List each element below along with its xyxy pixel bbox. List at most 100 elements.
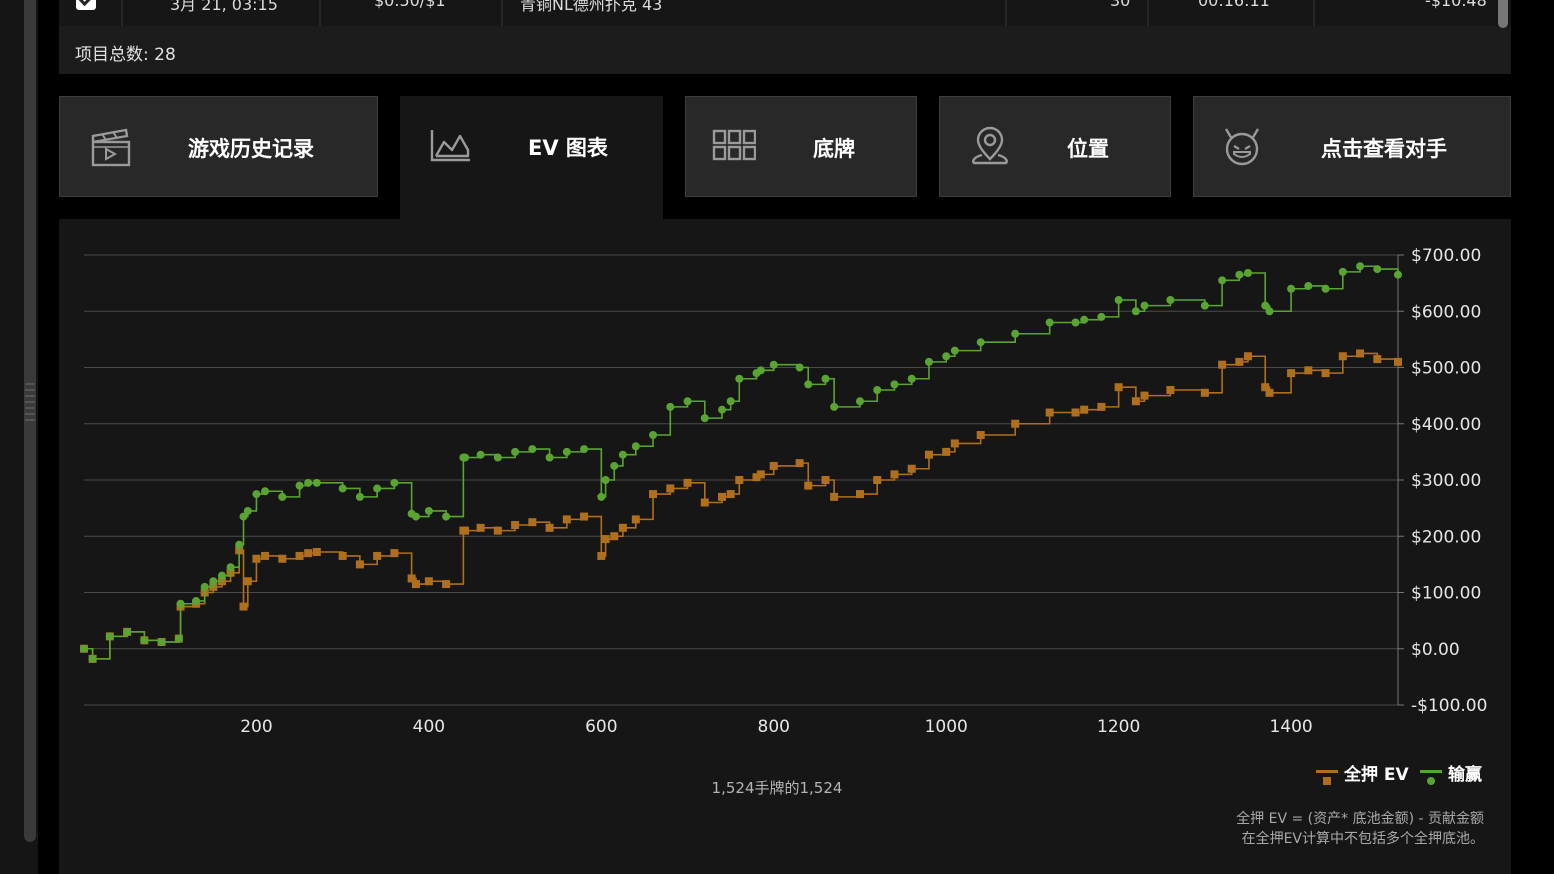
data-point[interactable] (795, 459, 804, 468)
left-scrollbar[interactable] (24, 0, 36, 842)
data-point[interactable] (355, 560, 364, 569)
data-point[interactable] (890, 380, 899, 389)
data-point[interactable] (123, 627, 132, 636)
data-point[interactable] (580, 445, 589, 454)
data-point[interactable] (924, 357, 933, 366)
data-point[interactable] (1243, 352, 1252, 361)
data-point[interactable] (545, 523, 554, 532)
data-point[interactable] (411, 512, 420, 521)
data-point[interactable] (631, 442, 640, 451)
data-point[interactable] (735, 476, 744, 484)
data-point[interactable] (174, 634, 183, 643)
data-point[interactable] (461, 453, 470, 462)
data-point[interactable] (1140, 301, 1149, 310)
data-point[interactable] (252, 490, 261, 499)
data-point[interactable] (1045, 408, 1054, 417)
data-point[interactable] (217, 571, 226, 580)
data-point[interactable] (769, 461, 778, 470)
data-point[interactable] (756, 470, 765, 479)
data-point[interactable] (235, 540, 244, 549)
data-point[interactable] (726, 490, 735, 499)
data-point[interactable] (424, 506, 433, 515)
data-point[interactable] (601, 535, 610, 544)
data-point[interactable] (649, 431, 658, 439)
data-point[interactable] (200, 582, 209, 591)
data-point[interactable] (666, 402, 675, 411)
data-point[interactable] (597, 492, 606, 501)
data-point[interactable] (1200, 388, 1209, 397)
data-point[interactable] (976, 338, 985, 347)
data-point[interactable] (528, 518, 537, 527)
table-row[interactable]: 3月 21, 03:15 $0.50/$1 青铜NL德州扑克 43 30 00:… (59, 0, 1511, 26)
data-point[interactable] (942, 352, 951, 361)
data-point[interactable] (1011, 419, 1020, 428)
data-point[interactable] (1373, 355, 1382, 364)
data-point[interactable] (338, 551, 347, 560)
data-point[interactable] (618, 450, 627, 459)
tab-game-history[interactable]: 游戏历史记录 (59, 96, 378, 197)
data-point[interactable] (1243, 269, 1252, 277)
data-point[interactable] (700, 498, 709, 507)
data-point[interactable] (390, 549, 399, 558)
data-point[interactable] (666, 484, 675, 493)
data-point[interactable] (243, 506, 252, 515)
data-point[interactable] (907, 464, 916, 473)
data-point[interactable] (726, 397, 735, 406)
data-point[interactable] (1011, 329, 1020, 338)
data-point[interactable] (226, 563, 235, 572)
data-point[interactable] (442, 580, 451, 589)
data-point[interactable] (821, 374, 830, 383)
data-point[interactable] (610, 461, 619, 470)
data-point[interactable] (442, 512, 451, 521)
data-point[interactable] (580, 512, 589, 521)
tab-ev-chart[interactable]: EV 图表 (400, 96, 663, 220)
data-point[interactable] (1287, 284, 1296, 293)
data-point[interactable] (312, 478, 321, 487)
data-point[interactable] (649, 490, 658, 499)
data-point[interactable] (610, 532, 619, 541)
data-point[interactable] (1356, 262, 1365, 271)
data-point[interactable] (562, 515, 571, 524)
data-point[interactable] (795, 363, 804, 372)
data-point[interactable] (312, 548, 321, 556)
data-point[interactable] (511, 521, 520, 529)
data-point[interactable] (804, 380, 813, 389)
tab-position[interactable]: 位置 (939, 96, 1171, 197)
data-point[interactable] (192, 596, 201, 605)
data-point[interactable] (390, 478, 399, 487)
row-checkbox[interactable] (76, 0, 96, 10)
data-point[interactable] (511, 447, 520, 456)
data-point[interactable] (1114, 296, 1123, 304)
data-point[interactable] (1394, 357, 1402, 366)
tab-hole-cards[interactable]: 底牌 (685, 96, 917, 197)
data-point[interactable] (476, 450, 485, 459)
data-point[interactable] (907, 374, 916, 383)
data-point[interactable] (683, 397, 692, 406)
data-point[interactable] (924, 450, 933, 459)
data-point[interactable] (1338, 267, 1347, 276)
data-point[interactable] (1097, 402, 1106, 411)
data-point[interactable] (1265, 307, 1274, 316)
data-point[interactable] (304, 478, 313, 487)
table-scrollbar[interactable] (1498, 0, 1508, 28)
data-point[interactable] (88, 654, 97, 663)
data-point[interactable] (176, 599, 185, 608)
data-point[interactable] (950, 346, 959, 355)
data-point[interactable] (373, 484, 382, 493)
data-point[interactable] (528, 445, 537, 454)
data-point[interactable] (1356, 349, 1365, 358)
data-point[interactable] (873, 476, 882, 484)
data-point[interactable] (338, 484, 347, 493)
data-point[interactable] (830, 402, 839, 411)
data-point[interactable] (493, 453, 502, 462)
data-point[interactable] (461, 526, 470, 535)
data-point[interactable] (373, 551, 382, 560)
data-point[interactable] (804, 481, 813, 490)
data-point[interactable] (1287, 369, 1296, 378)
data-point[interactable] (873, 386, 882, 394)
data-point[interactable] (261, 551, 270, 560)
data-point[interactable] (562, 447, 571, 456)
data-point[interactable] (1321, 369, 1330, 378)
data-point[interactable] (890, 470, 899, 479)
data-point[interactable] (700, 414, 709, 423)
